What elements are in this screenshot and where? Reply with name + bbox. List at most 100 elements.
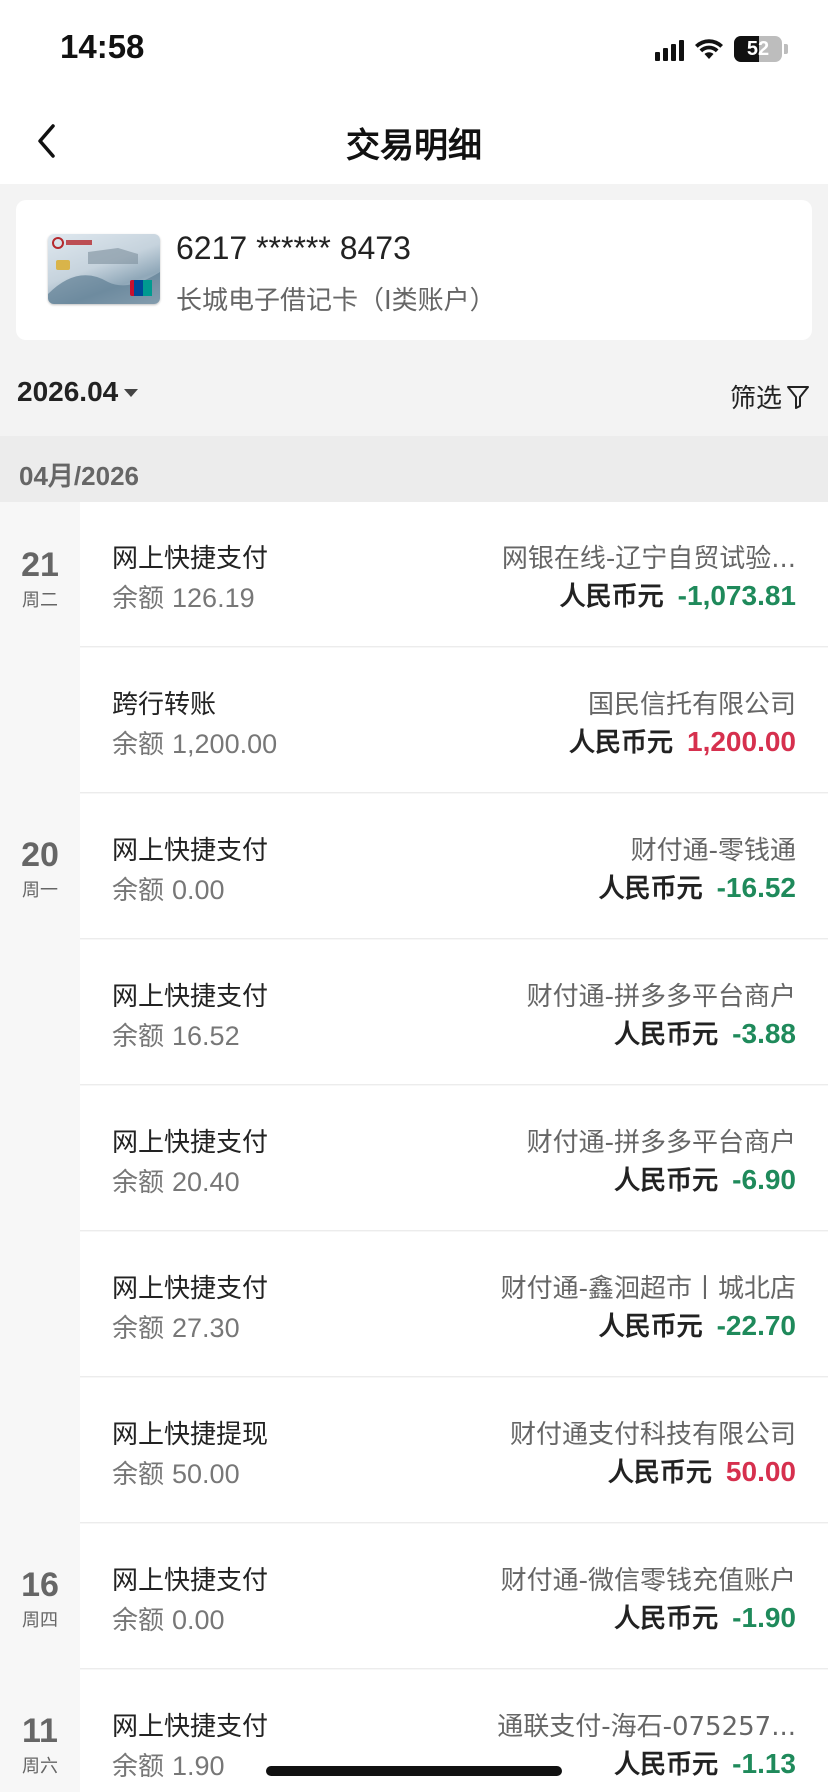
balance-label: 余额 (112, 730, 165, 760)
date-day: 16 (21, 1566, 59, 1604)
transaction-amount-line: 人民币元 -1.90 (614, 1598, 796, 1635)
date-weekday: 周二 (22, 590, 58, 611)
balance-label: 余额 (112, 1460, 165, 1490)
transaction-type: 网上快捷支付 (112, 1274, 269, 1304)
transaction-amount-line: 人民币元 -6.90 (614, 1160, 796, 1197)
balance-value: 1,200.00 (172, 729, 278, 759)
wifi-icon (695, 39, 723, 59)
transaction-merchant: 财付通-拼多多平台商户 (526, 1128, 796, 1158)
transaction-amount: -22.70 (716, 1310, 796, 1341)
status-time: 14:58 (60, 28, 145, 65)
balance-label: 余额 (112, 1606, 165, 1636)
date-day: 11 (22, 1712, 58, 1750)
transaction-amount: -1,073.81 (677, 580, 796, 611)
transaction-amount: 50.00 (725, 1456, 796, 1487)
transaction-currency: 人民币元 (559, 582, 664, 612)
home-indicator[interactable] (266, 1766, 562, 1776)
transaction-amount-line: 人民币元 1,200.00 (569, 722, 796, 759)
transaction-balance: 余额 1.90 (112, 1746, 225, 1783)
transaction-row[interactable]: 网上快捷支付 余额 126.19 网银在线-辽宁自贸试验... 人民币元 -1,0… (80, 502, 828, 647)
transaction-amount-line: 人民币元 -3.88 (614, 1014, 796, 1051)
transaction-currency: 人民币元 (568, 728, 673, 758)
transaction-type: 网上快捷支付 (112, 1128, 269, 1158)
filter-icon (787, 385, 809, 409)
transaction-row[interactable]: 网上快捷支付 余额 0.00 财付通-微信零钱充值账户 人民币元 -1.90 (80, 1524, 828, 1669)
transaction-merchant: 网银在线-辽宁自贸试验... (501, 544, 796, 574)
transaction-amount: 1,200.00 (687, 726, 796, 757)
transaction-currency: 人民币元 (598, 874, 703, 904)
month-section-header: 04月/2026 (0, 436, 828, 502)
section-title: 04月/2026 (19, 461, 139, 491)
transaction-amount: -6.90 (732, 1164, 796, 1195)
signal-icon (655, 37, 684, 61)
balance-label: 余额 (112, 876, 165, 906)
date-weekday: 周四 (22, 1610, 58, 1631)
transaction-balance: 余额 16.52 (112, 1016, 240, 1053)
balance-label: 余额 (112, 1022, 165, 1052)
balance-label: 余额 (112, 1752, 165, 1782)
transaction-amount-line: 人民币元 -1.13 (614, 1744, 796, 1781)
transaction-currency: 人民币元 (614, 1604, 719, 1634)
balance-value: 50.00 (172, 1459, 240, 1489)
balance-value: 0.00 (172, 875, 225, 905)
date-day: 20 (21, 836, 59, 874)
transaction-row[interactable]: 跨行转账 余额 1,200.00 国民信托有限公司 人民币元 1,200.00 (80, 648, 828, 793)
transaction-row[interactable]: 网上快捷支付 余额 27.30 财付通-鑫洄超市丨城北店 人民币元 -22.70 (80, 1232, 828, 1377)
status-bar: 14:58 52 (0, 0, 828, 100)
month-picker[interactable]: 2026.04 (17, 376, 139, 408)
transaction-type: 网上快捷支付 (112, 1566, 269, 1596)
card-number: 6217 ****** 8473 (176, 230, 411, 266)
date-label: 21 周二 (0, 546, 80, 612)
transaction-row[interactable]: 网上快捷支付 余额 0.00 财付通-零钱通 人民币元 -16.52 (80, 794, 828, 939)
transaction-merchant: 国民信托有限公司 (587, 690, 796, 720)
date-label: 20 周一 (0, 836, 80, 902)
transaction-merchant: 财付通支付科技有限公司 (509, 1420, 796, 1450)
transaction-currency: 人民币元 (598, 1312, 703, 1342)
transaction-merchant: 财付通-微信零钱充值账户 (500, 1566, 796, 1596)
card-image (48, 234, 160, 304)
transaction-merchant: 通联支付-海石-075257... (497, 1712, 796, 1742)
transaction-currency: 人民币元 (607, 1458, 712, 1488)
transaction-currency: 人民币元 (614, 1166, 719, 1196)
transaction-balance: 余额 27.30 (112, 1308, 240, 1345)
transaction-balance: 余额 0.00 (112, 870, 225, 907)
transaction-type: 网上快捷支付 (112, 544, 269, 574)
balance-label: 余额 (112, 584, 165, 614)
month-value: 2026.04 (17, 376, 119, 407)
transaction-row[interactable]: 网上快捷支付 余额 20.40 财付通-拼多多平台商户 人民币元 -6.90 (80, 1086, 828, 1231)
balance-value: 20.40 (172, 1167, 240, 1197)
nav-bar: 交易明细 (0, 100, 828, 184)
battery-nub (784, 44, 788, 54)
filter-button[interactable]: 筛选 (730, 378, 810, 415)
balance-label: 余额 (112, 1168, 165, 1198)
battery-icon: 52 (734, 36, 782, 62)
date-day: 21 (21, 546, 59, 584)
transaction-balance: 余额 1,200.00 (112, 724, 277, 761)
date-label: 16 周四 (0, 1566, 80, 1632)
transaction-balance: 余额 50.00 (112, 1454, 240, 1491)
transaction-amount: -16.52 (716, 872, 796, 903)
transaction-row[interactable]: 网上快捷提现 余额 50.00 财付通支付科技有限公司 人民币元 50.00 (80, 1378, 828, 1523)
caret-down-icon (124, 389, 139, 397)
transaction-merchant: 财付通-零钱通 (630, 836, 796, 866)
transaction-type: 网上快捷支付 (112, 1712, 269, 1742)
transaction-row[interactable]: 网上快捷支付 余额 16.52 财付通-拼多多平台商户 人民币元 -3.88 (80, 940, 828, 1085)
transaction-type: 跨行转账 (112, 690, 217, 720)
status-icons: 52 (655, 34, 788, 64)
transaction-list: 21 周二 20 周一 16 周四 11 周六 网上快捷支付 余额 126.19 … (0, 502, 828, 1792)
transaction-amount: -3.88 (732, 1018, 796, 1049)
card-name: 长城电子借记卡（I类账户） (176, 286, 496, 316)
filter-label: 筛选 (729, 384, 782, 414)
transaction-type: 网上快捷支付 (112, 982, 269, 1012)
transaction-type: 网上快捷支付 (112, 836, 269, 866)
transaction-amount: -1.13 (732, 1748, 796, 1779)
card-info[interactable]: 6217 ****** 8473 长城电子借记卡（I类账户） (16, 200, 812, 340)
transaction-balance: 余额 126.19 (112, 578, 255, 615)
balance-value: 0.00 (172, 1605, 225, 1635)
page-title: 交易明细 (346, 126, 482, 166)
transaction-amount: -1.90 (732, 1602, 796, 1633)
balance-label: 余额 (112, 1314, 165, 1344)
balance-value: 16.52 (172, 1021, 240, 1051)
transaction-merchant: 财付通-拼多多平台商户 (526, 982, 796, 1012)
date-label: 11 周六 (0, 1712, 80, 1778)
